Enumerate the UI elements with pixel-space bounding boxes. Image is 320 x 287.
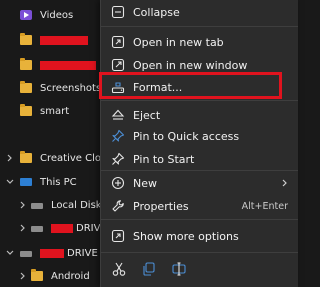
chevron-right-icon[interactable]: [18, 200, 28, 210]
drive-icon: [31, 226, 43, 232]
nav-item-drive-d[interactable]: DRIVE (D: [20, 243, 113, 263]
explorer-nav-pane: Videos Screenshots smart Creative Cloud …: [0, 0, 123, 287]
collapse-icon: [111, 5, 125, 19]
menu-item-pin-quick-access[interactable]: Pin to Quick access: [101, 124, 298, 148]
redacted-label: [40, 35, 88, 45]
chevron-right-icon: [280, 178, 290, 191]
folder-icon: [20, 104, 32, 116]
nav-item-android[interactable]: Android: [31, 266, 90, 286]
eject-icon: [111, 108, 125, 122]
open-new-window-icon: [111, 58, 125, 72]
folder-icon: [31, 269, 43, 281]
nav-item-label: This PC: [40, 176, 77, 188]
menu-item-format[interactable]: Format...: [101, 75, 298, 99]
redacted-label: [40, 60, 96, 70]
menu-separator: [101, 219, 298, 220]
menu-item-label: Pin to Start: [133, 152, 195, 166]
cut-icon[interactable]: [111, 261, 127, 277]
nav-item-videos[interactable]: Videos: [20, 5, 73, 25]
menu-item-label: Show more options: [133, 229, 239, 243]
menu-item-show-more-options[interactable]: Show more options: [101, 224, 298, 248]
chevron-right-icon[interactable]: [18, 223, 28, 233]
menu-item-label: New: [133, 176, 157, 190]
menu-item-properties[interactable]: Properties Alt+Enter: [101, 194, 298, 218]
menu-item-open-new-window[interactable]: Open in new window: [101, 53, 298, 77]
chevron-down-icon[interactable]: [5, 248, 15, 258]
menu-item-collapse[interactable]: Collapse: [101, 0, 298, 24]
nav-item-this-pc[interactable]: This PC: [20, 172, 77, 192]
menu-item-label: Collapse: [133, 5, 180, 19]
drive-icon: [31, 203, 43, 209]
menu-separator: [101, 252, 298, 253]
redacted-label: [51, 223, 73, 233]
menu-item-label: Open in new tab: [133, 35, 224, 49]
nav-item-label: Android: [51, 270, 90, 282]
nav-item-smart[interactable]: smart: [20, 101, 69, 121]
pin-icon: [111, 152, 125, 166]
menu-separator: [101, 26, 298, 27]
folder-icon: [20, 33, 32, 45]
folder-icon: [20, 58, 32, 70]
menu-item-label: Format...: [133, 80, 183, 94]
format-drive-icon: [111, 80, 125, 94]
nav-item-redacted-folder-2[interactable]: [20, 55, 96, 75]
menu-item-new[interactable]: New: [101, 171, 298, 195]
rename-icon[interactable]: [171, 261, 187, 277]
menu-item-label: Properties: [133, 199, 189, 213]
folder-icon: [20, 151, 32, 163]
menu-item-pin-start[interactable]: Pin to Start: [101, 147, 298, 171]
chevron-down-icon[interactable]: [5, 177, 15, 187]
context-menu: Collapse Open in new tab Open in new win…: [100, 0, 298, 287]
menu-item-label: Eject: [133, 108, 161, 122]
folder-icon: [20, 81, 32, 93]
wrench-icon: [111, 199, 125, 213]
nav-item-screenshots[interactable]: Screenshots: [20, 78, 101, 98]
chevron-right-icon[interactable]: [18, 271, 28, 281]
open-new-tab-icon: [111, 35, 125, 49]
this-pc-icon: [20, 178, 32, 186]
videos-folder-icon: [20, 10, 32, 20]
nav-item-label: Videos: [40, 9, 74, 21]
redacted-label: [40, 248, 64, 258]
nav-item-label: Screenshots: [40, 82, 102, 94]
show-more-options-icon: [111, 229, 125, 243]
quick-actions-bar: [101, 255, 298, 283]
shortcut-label: Alt+Enter: [241, 200, 288, 212]
nav-item-redacted-folder-1[interactable]: [20, 30, 88, 50]
chevron-right-icon[interactable]: [5, 153, 15, 163]
nav-item-label: smart: [40, 105, 70, 117]
drive-icon: [20, 251, 32, 257]
menu-item-open-new-tab[interactable]: Open in new tab: [101, 30, 298, 54]
menu-item-label: Open in new window: [133, 58, 248, 72]
plus-circle-icon: [111, 176, 125, 190]
menu-item-label: Pin to Quick access: [133, 129, 240, 143]
copy-icon[interactable]: [141, 261, 157, 277]
menu-separator: [101, 100, 298, 101]
pin-icon: [111, 129, 125, 143]
